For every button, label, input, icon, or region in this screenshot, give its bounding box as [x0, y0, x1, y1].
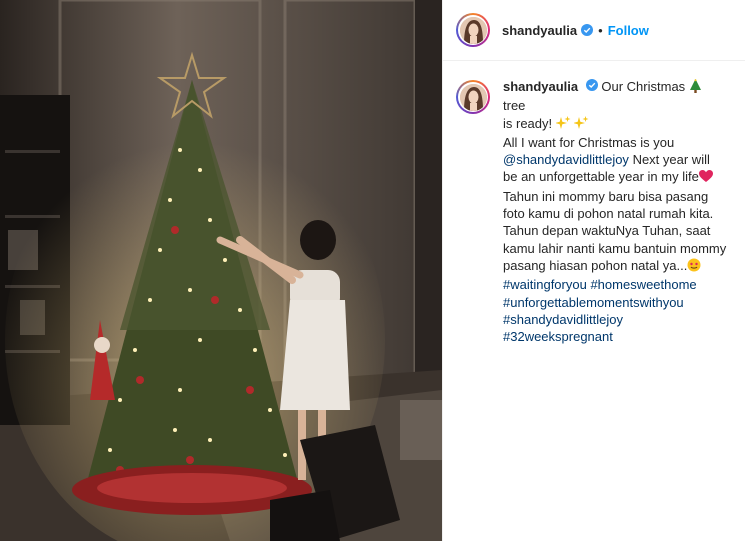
mention-link[interactable]: @shandydavidlittlejoy	[503, 152, 629, 167]
post-caption: shandyaulia Our Christmas tree is ready!…	[443, 61, 745, 345]
caption-avatar-photo	[459, 83, 487, 111]
hashtag-line-2[interactable]: #unforgettablemomentswithyou	[503, 294, 727, 311]
smiling-face-with-hearts-emoji-icon	[687, 258, 701, 276]
follow-button[interactable]: Follow	[608, 23, 649, 38]
hashtag-line-4[interactable]: #32weekspregnant	[503, 328, 727, 345]
header-username[interactable]: shandyaulia	[502, 23, 577, 38]
post-sidebar: shandyaulia • Follow shandyaulia Our Chr…	[442, 0, 745, 541]
red-heart-emoji-icon	[698, 170, 713, 187]
avatar-photo	[459, 16, 487, 44]
caption-username[interactable]: shandyaulia	[503, 79, 578, 94]
verified-badge-icon	[581, 24, 594, 36]
sparkles-emoji-icon	[573, 115, 589, 134]
avatar[interactable]	[456, 13, 490, 47]
verified-badge-icon	[585, 78, 598, 91]
sparkles-emoji-icon	[554, 115, 571, 134]
instagram-post: shandyaulia • Follow shandyaulia Our Chr…	[0, 0, 745, 541]
caption-line1-after: tree	[503, 98, 526, 114]
christmas-tree-emoji-icon	[689, 79, 702, 97]
caption-avatar[interactable]	[456, 80, 490, 114]
caption-line3: All I want for Christmas is you	[503, 134, 675, 150]
christmas-tree-photo	[0, 0, 442, 541]
caption-text: shandyaulia Our Christmas tree is ready!…	[503, 78, 727, 345]
caption-line2: is ready!	[503, 115, 553, 131]
caption-line1: Our Christmas	[601, 79, 686, 94]
post-photo[interactable]	[0, 0, 442, 541]
hashtag-line-1[interactable]: #waitingforyou #homesweethome	[503, 276, 727, 293]
hashtag-line-3[interactable]: #shandydavidlittlejoy	[503, 311, 727, 328]
post-header: shandyaulia • Follow	[443, 0, 745, 61]
header-separator: •	[598, 22, 603, 38]
